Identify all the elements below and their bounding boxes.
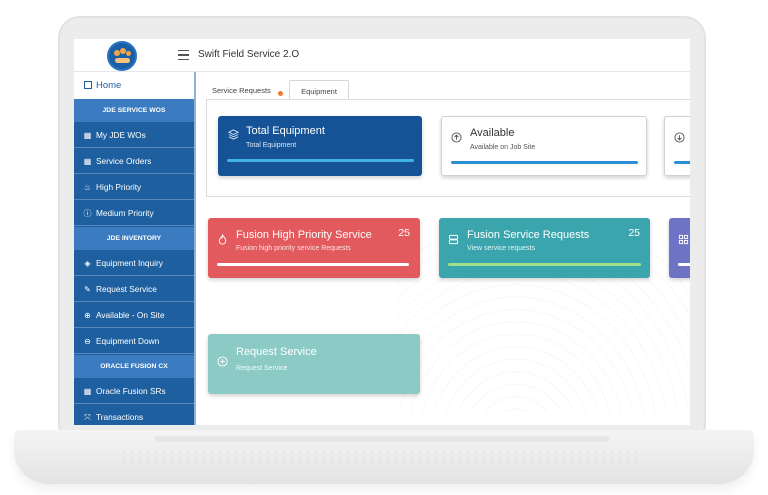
laptop-mockup: Swift Field Service 2.O Home JDE SERVICE… xyxy=(0,0,768,495)
sidebar-item-home[interactable]: Home xyxy=(74,72,194,99)
card-equipment-down[interactable] xyxy=(664,116,690,176)
home-icon xyxy=(84,81,92,89)
info-icon: ⓘ xyxy=(83,209,92,218)
app-title: Swift Field Service 2.O xyxy=(198,49,300,60)
tab-service-requests[interactable]: Service Requests xyxy=(212,80,284,100)
card-subtitle: Request Service xyxy=(236,365,288,372)
app-screen: Swift Field Service 2.O Home JDE SERVICE… xyxy=(74,39,690,425)
sidebar-item-label: Home xyxy=(96,80,122,91)
server-icon xyxy=(448,234,459,245)
card-title: Fusion Service Requests xyxy=(467,229,590,241)
grid-icon: ▦ xyxy=(83,387,92,396)
card-title: Total Equipment xyxy=(246,125,325,137)
grid-icon: ▦ xyxy=(83,131,92,140)
card-fusion-high-priority[interactable]: Fusion High Priority Service Fusion high… xyxy=(208,218,420,278)
sidebar-item-label: Equipment Inquiry xyxy=(96,258,163,268)
card-progress-bar xyxy=(674,161,690,164)
card-subtitle: Fusion high priority service Requests xyxy=(236,245,351,252)
cursor-indicator-icon xyxy=(277,90,284,97)
sidebar-item-equipment-down[interactable]: ⊖ Equipment Down xyxy=(74,328,194,354)
card-subtitle: Total Equipment xyxy=(246,142,297,149)
layers-icon xyxy=(228,129,239,140)
sidebar-item-label: High Priority xyxy=(96,182,142,192)
layers-icon: ◈ xyxy=(84,259,91,268)
arrow-up-circle-icon xyxy=(451,132,462,143)
grid-icon xyxy=(678,234,689,245)
card-progress-bar xyxy=(217,263,409,266)
logo-icon xyxy=(107,41,137,71)
sidebar-item-high-priority[interactable]: ♨ High Priority xyxy=(74,174,194,200)
card-title: Fusion High Priority Service xyxy=(236,229,372,241)
plus-circle-icon xyxy=(217,356,228,367)
transactions-icon: ⤧ xyxy=(84,413,91,422)
pencil-icon: ✎ xyxy=(84,285,91,294)
sidebar-section-oracle-fusion-cx: ORACLE FUSION CX xyxy=(74,355,194,378)
sidebar-item-label: Request Service xyxy=(96,284,157,294)
flame-icon xyxy=(218,234,227,245)
sidebar-item-label: Oracle Fusion SRs xyxy=(96,386,166,396)
card-additional[interactable] xyxy=(669,218,690,278)
card-total-equipment[interactable]: Total Equipment Total Equipment xyxy=(218,116,422,176)
sidebar-item-available-on-site[interactable]: ⊕ Available - On Site xyxy=(74,302,194,328)
hamburger-menu-icon[interactable] xyxy=(178,50,189,60)
sidebar-section-jde-service-wos: JDE SERVICE WOS xyxy=(74,99,194,122)
sidebar: Home JDE SERVICE WOS ▦ My JDE WOs ▦ Servic… xyxy=(74,72,196,425)
card-title: Request Service xyxy=(236,346,317,358)
card-progress-bar xyxy=(451,161,638,164)
arrow-up-circle-icon: ⊕ xyxy=(84,311,91,320)
grid-icon: ▦ xyxy=(83,157,92,166)
sidebar-item-oracle-fusion-srs[interactable]: ▦ Oracle Fusion SRs xyxy=(74,378,194,404)
card-subtitle: View service requests xyxy=(467,245,535,252)
sidebar-item-label: Equipment Down xyxy=(96,336,160,346)
sidebar-item-request-service[interactable]: ✎ Request Service xyxy=(74,276,194,302)
laptop-base-notch xyxy=(154,436,610,442)
sidebar-section-jde-inventory: JDE INVENTORY xyxy=(74,227,194,250)
card-progress-bar xyxy=(678,263,690,266)
card-subtitle: Available on Job Site xyxy=(470,144,536,151)
flame-icon: ♨ xyxy=(83,183,92,192)
sidebar-item-label: Transactions xyxy=(96,412,144,422)
card-progress-bar xyxy=(448,263,641,266)
card-available[interactable]: Available Available on Job Site xyxy=(441,116,647,176)
card-progress-bar xyxy=(227,159,414,162)
tab-equipment[interactable]: Equipment xyxy=(289,80,349,100)
sidebar-item-equipment-inquiry[interactable]: ◈ Equipment Inquiry xyxy=(74,250,194,276)
sidebar-item-service-orders[interactable]: ▦ Service Orders xyxy=(74,148,194,174)
sidebar-item-label: Available - On Site xyxy=(96,310,165,320)
sidebar-item-label: Service Orders xyxy=(96,156,152,166)
arrow-down-circle-icon: ⊖ xyxy=(84,337,91,346)
arrow-down-circle-icon xyxy=(674,132,685,143)
sidebar-item-my-jde-wos[interactable]: ▦ My JDE WOs xyxy=(74,122,194,148)
card-fusion-service-requests[interactable]: Fusion Service Requests View service req… xyxy=(439,218,650,278)
card-count: 25 xyxy=(398,227,410,239)
laptop-speaker-grille xyxy=(120,450,640,464)
main-content: Service Requests Equipment Total Equipme… xyxy=(196,72,690,425)
card-title: Available xyxy=(470,127,515,139)
sidebar-item-label: My JDE WOs xyxy=(96,130,146,140)
card-request-service[interactable]: Request Service Request Service xyxy=(208,334,420,394)
sidebar-item-medium-priority[interactable]: ⓘ Medium Priority xyxy=(74,200,194,226)
top-bar: Swift Field Service 2.O xyxy=(74,39,690,72)
sidebar-item-label: Medium Priority xyxy=(96,208,154,218)
card-count: 25 xyxy=(628,227,640,239)
sidebar-item-transactions[interactable]: ⤧ Transactions xyxy=(74,404,194,425)
